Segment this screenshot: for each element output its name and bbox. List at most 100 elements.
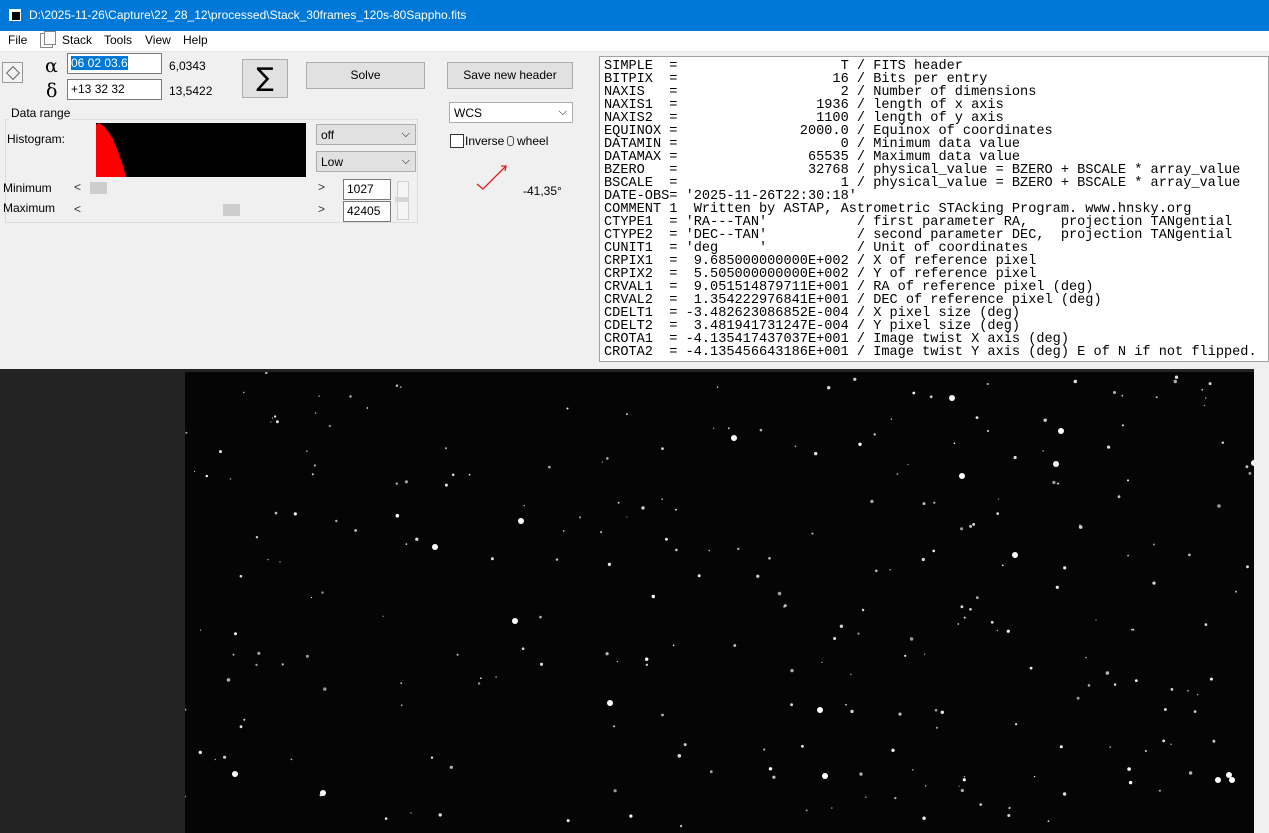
app-icon[interactable]	[9, 9, 21, 21]
star	[1063, 566, 1067, 570]
star	[495, 676, 497, 678]
star	[1087, 684, 1091, 687]
range-spinner-knob[interactable]	[395, 197, 409, 202]
star	[772, 775, 776, 779]
star	[626, 413, 628, 415]
chevron-down-icon: ⌵	[401, 128, 410, 140]
star	[1193, 710, 1197, 713]
star	[219, 450, 222, 454]
bright-star	[959, 473, 965, 479]
wcs-select[interactable]: WCS ⌵	[449, 102, 573, 123]
star	[480, 677, 482, 679]
star	[972, 523, 976, 526]
menu-view[interactable]: View	[145, 33, 171, 47]
bright-star	[512, 618, 518, 624]
inverse-checkbox[interactable]	[450, 134, 464, 148]
menu-tools[interactable]: Tools	[104, 33, 132, 47]
wheel-label: wheel	[517, 134, 549, 148]
star	[555, 558, 559, 561]
star	[321, 591, 324, 594]
bright-star	[518, 518, 524, 524]
maximum-input[interactable]: 42405	[343, 201, 391, 222]
star	[858, 442, 862, 446]
minimum-input[interactable]: 1027	[343, 179, 391, 200]
star	[1152, 543, 1155, 546]
menu-help[interactable]: Help	[183, 33, 208, 47]
bright-star	[1226, 772, 1232, 778]
star	[223, 755, 227, 759]
star	[821, 661, 823, 663]
star	[566, 819, 570, 823]
solve-button[interactable]: Solve	[306, 62, 425, 89]
stretch-mode-select[interactable]: off ⌵	[316, 124, 416, 145]
minimum-slider[interactable]: < >	[70, 180, 338, 197]
bright-star	[731, 435, 737, 441]
star-field-image[interactable]	[185, 372, 1254, 833]
star	[232, 653, 235, 656]
star	[922, 816, 926, 820]
star	[1121, 394, 1124, 397]
star	[827, 386, 831, 390]
star	[1006, 629, 1010, 633]
minimum-slider-thumb[interactable]	[90, 182, 107, 194]
star	[275, 420, 279, 424]
star	[924, 785, 927, 787]
star	[199, 629, 202, 631]
orientation-icon[interactable]	[2, 62, 23, 83]
sigma-button[interactable]: ∑	[242, 59, 288, 98]
star	[257, 651, 261, 655]
star	[405, 543, 408, 545]
star	[1212, 739, 1216, 743]
star	[894, 796, 897, 800]
star	[909, 637, 914, 641]
stretch-level-select[interactable]: Low ⌵	[316, 151, 416, 172]
star	[733, 644, 737, 647]
histogram-label: Histogram:	[7, 132, 66, 146]
star	[1164, 708, 1167, 711]
star	[940, 710, 944, 714]
menu-stack[interactable]: Stack	[62, 33, 92, 47]
star	[395, 482, 398, 485]
star	[768, 767, 773, 771]
star	[768, 557, 771, 560]
star	[410, 812, 412, 814]
star	[1042, 450, 1044, 452]
star	[998, 498, 1000, 500]
star	[896, 473, 899, 475]
star	[1196, 693, 1199, 696]
maximum-slider-thumb[interactable]	[223, 204, 240, 216]
star	[1095, 619, 1097, 621]
fits-header-panel[interactable]: SIMPLE = T / FITS header BITPIX = 16 / Bi…	[599, 56, 1269, 362]
save-header-button[interactable]: Save new header	[447, 62, 573, 89]
minimum-input-value: 1027	[347, 182, 374, 196]
chevron-right-icon[interactable]: >	[318, 180, 325, 194]
chevron-right-icon[interactable]: >	[318, 202, 325, 216]
star	[234, 632, 237, 636]
ra-input[interactable]: 06 02 03.6	[67, 53, 162, 74]
star	[1204, 623, 1208, 626]
chevron-left-icon[interactable]: <	[74, 202, 81, 216]
minimum-label: Minimum	[3, 181, 52, 195]
star	[890, 418, 893, 420]
star	[1174, 375, 1179, 379]
star	[712, 427, 715, 429]
maximum-slider[interactable]: < >	[70, 202, 338, 219]
ra-input-value: 06 02 03.6	[71, 56, 128, 70]
star	[904, 654, 907, 657]
star	[205, 474, 208, 478]
star	[805, 809, 808, 812]
bright-star	[1012, 552, 1018, 558]
bright-star	[1053, 461, 1059, 467]
star	[605, 652, 609, 656]
star	[600, 531, 603, 534]
chevron-left-icon[interactable]: <	[74, 180, 81, 194]
star	[265, 372, 268, 374]
star	[354, 529, 357, 532]
star	[366, 407, 369, 409]
star	[1062, 792, 1067, 796]
star	[1015, 723, 1018, 726]
dec-input[interactable]: +13 32 32	[67, 79, 162, 100]
star	[850, 709, 854, 714]
menu-file[interactable]: File	[8, 33, 27, 47]
star	[1209, 677, 1213, 681]
